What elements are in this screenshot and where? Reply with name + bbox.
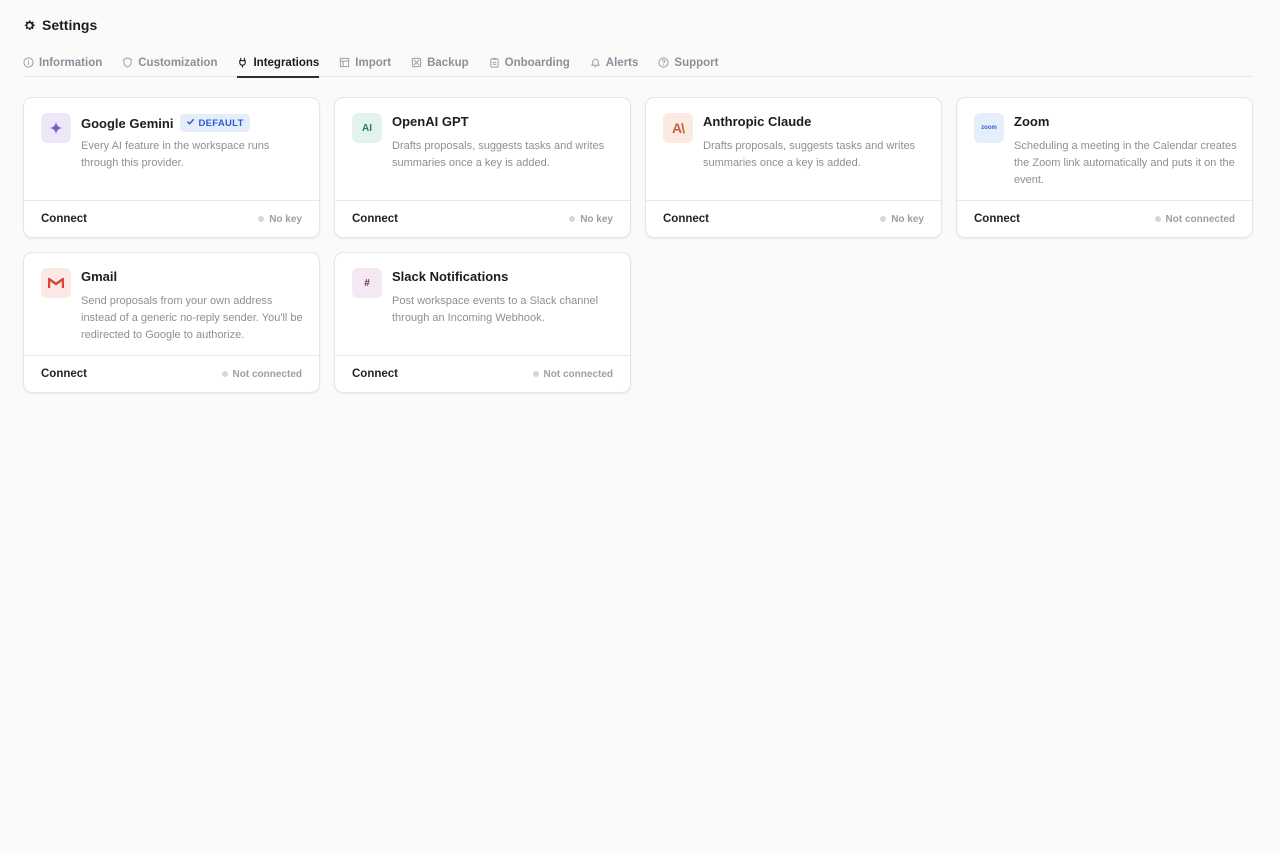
tab-backup[interactable]: Backup: [411, 50, 469, 77]
shield-icon: [122, 57, 133, 68]
status-text: No key: [580, 213, 613, 225]
integration-title-row: Google Gemini DEFAULT: [81, 114, 250, 132]
connect-button[interactable]: Connect: [41, 213, 87, 225]
integration-title-row: Anthropic Claude: [703, 114, 811, 129]
logo-text: AI: [362, 122, 372, 134]
anthropic-logo-icon: A\: [663, 113, 693, 143]
card-footer: Connect Not connected: [957, 200, 1252, 237]
gemini-sparkle-icon: [41, 113, 71, 143]
logo-text: zoom: [981, 125, 997, 131]
logo-text: A\: [672, 120, 685, 136]
integration-title-row: Slack Notifications: [392, 269, 508, 284]
connect-button[interactable]: Connect: [663, 213, 709, 225]
tab-alerts[interactable]: Alerts: [590, 50, 639, 77]
info-icon: [23, 57, 34, 68]
status-dot-icon: [258, 216, 265, 222]
integration-card-anthropic-claude: A\ Anthropic Claude Drafts proposals, sugg…: [645, 97, 942, 238]
tab-label: Integrations: [253, 56, 320, 69]
integrations-grid: Google Gemini DEFAULT Every AI feature in …: [23, 97, 1253, 393]
clipboard-icon: [489, 57, 500, 68]
status-badge: No key: [258, 214, 302, 225]
status-dot-icon: [532, 371, 539, 377]
gear-icon: [23, 19, 36, 32]
integration-description: Post workspace events to a Slack channel…: [392, 295, 599, 324]
integration-card-openai-gpt: AI OpenAI GPT Drafts proposals, suggests t…: [334, 97, 631, 238]
badge-label: DEFAULT: [198, 117, 244, 129]
integration-card-gmail: Gmail Send proposals from your own addres…: [23, 252, 320, 393]
integration-name: Slack Notifications: [392, 269, 509, 284]
tab-customization[interactable]: Customization: [122, 50, 217, 77]
settings-tabs: Information Customization Integrations Impo…: [23, 50, 1252, 78]
integration-name: Anthropic Claude: [703, 114, 812, 129]
gmail-logo-icon: [41, 268, 71, 298]
logo-text: #: [364, 277, 370, 289]
page-header: Settings: [23, 17, 97, 33]
tab-label: Customization: [138, 56, 218, 69]
integration-title-row: Gmail: [81, 269, 117, 284]
zoom-logo-icon: zoom: [974, 113, 1004, 143]
page-title: Settings: [42, 17, 98, 33]
tab-onboarding[interactable]: Onboarding: [489, 50, 570, 77]
tab-label: Onboarding: [504, 56, 570, 69]
card-footer: Connect No key: [646, 200, 941, 237]
tab-label: Support: [674, 56, 719, 69]
status-dot-icon: [880, 216, 887, 222]
default-badge: DEFAULT: [180, 114, 250, 132]
tab-integrations[interactable]: Integrations: [237, 50, 320, 78]
backup-icon: [411, 57, 422, 68]
bell-icon: [590, 57, 601, 68]
connect-button[interactable]: Connect: [352, 213, 398, 225]
status-badge: No key: [569, 214, 613, 225]
tab-import[interactable]: Import: [339, 50, 391, 77]
status-dot-icon: [221, 371, 228, 377]
tab-information[interactable]: Information: [23, 50, 102, 77]
integration-card-zoom: zoom Zoom Scheduling a meeting in the Cale…: [956, 97, 1253, 238]
integration-description: Scheduling a meeting in the Calendar cre…: [1014, 140, 1237, 186]
table-icon: [339, 57, 350, 68]
integration-description: Every AI feature in the workspace runs t…: [81, 140, 270, 169]
tab-label: Import: [355, 56, 392, 69]
integration-name: Google Gemini: [81, 115, 174, 131]
help-icon: [658, 57, 669, 68]
tab-label: Alerts: [605, 56, 639, 69]
status-dot-icon: [1154, 216, 1161, 222]
status-badge: No key: [880, 214, 924, 225]
slack-hash-icon: #: [352, 268, 382, 298]
integration-title-row: OpenAI GPT: [392, 114, 469, 129]
status-text: No key: [891, 213, 924, 225]
connect-button[interactable]: Connect: [974, 213, 1020, 225]
integration-description: Drafts proposals, suggests tasks and wri…: [392, 140, 605, 169]
status-dot-icon: [569, 216, 576, 222]
card-footer: Connect Not connected: [24, 355, 319, 392]
connect-button[interactable]: Connect: [352, 368, 398, 380]
integration-name: Zoom: [1014, 114, 1050, 129]
tab-label: Backup: [427, 56, 469, 69]
tab-label: Information: [39, 56, 103, 69]
status-badge: Not connected: [532, 368, 613, 380]
status-badge: Not connected: [1154, 213, 1235, 225]
openai-logo-icon: AI: [352, 113, 382, 143]
card-footer: Connect No key: [335, 200, 630, 237]
integration-description: Drafts proposals, suggests tasks and wri…: [703, 140, 916, 169]
card-footer: Connect Not connected: [335, 355, 630, 392]
card-footer: Connect No key: [24, 200, 319, 237]
status-text: Not connected: [1165, 213, 1235, 225]
integration-description: Send proposals from your own address ins…: [81, 295, 303, 341]
status-text: Not connected: [543, 368, 613, 380]
status-badge: Not connected: [221, 368, 302, 380]
integration-name: Gmail: [81, 269, 118, 284]
integration-name: OpenAI GPT: [392, 114, 469, 129]
integration-card-slack-notifications: # Slack Notifications Post workspace event…: [334, 252, 631, 393]
status-text: Not connected: [232, 368, 302, 380]
integration-card-google-gemini: Google Gemini DEFAULT Every AI feature in …: [23, 97, 320, 238]
integration-title-row: Zoom: [1014, 114, 1049, 129]
check-icon: [186, 117, 195, 129]
tab-support[interactable]: Support: [658, 50, 718, 77]
connect-button[interactable]: Connect: [41, 368, 87, 380]
status-text: No key: [269, 213, 302, 225]
plug-icon: [237, 57, 248, 68]
